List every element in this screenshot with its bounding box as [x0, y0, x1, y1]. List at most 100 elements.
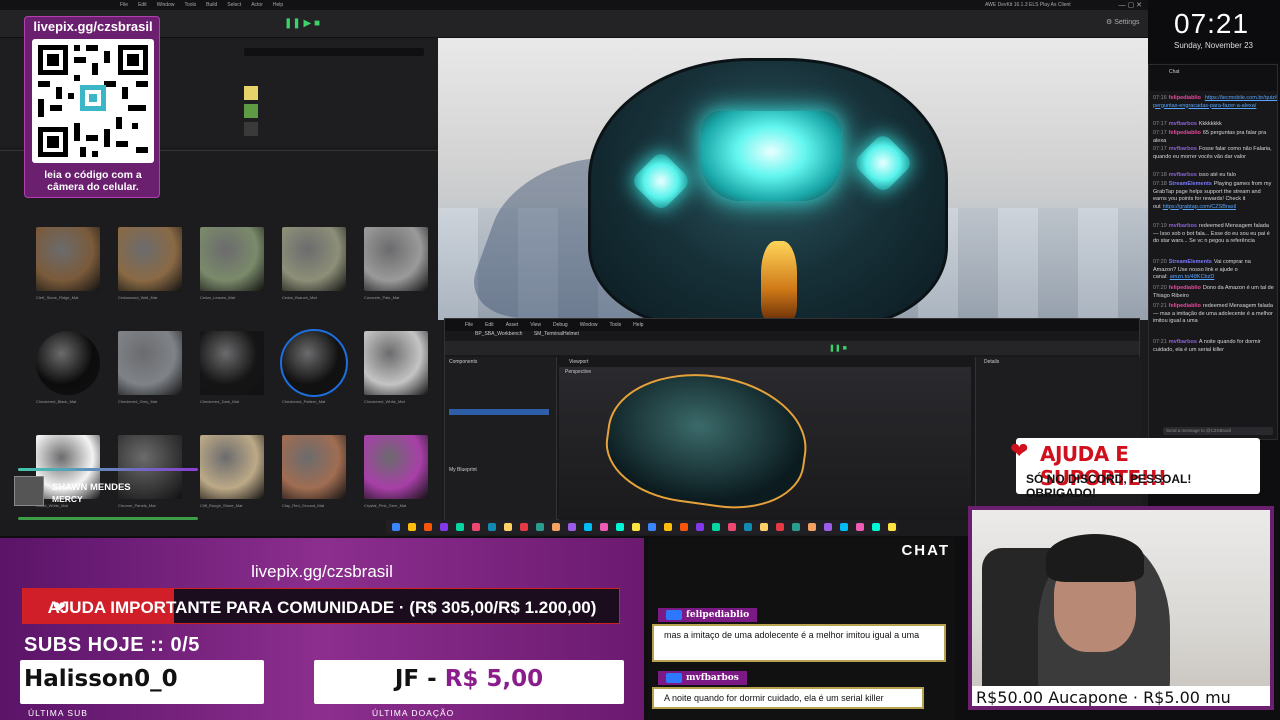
taskbar-app-icon[interactable] — [872, 523, 880, 531]
settings-icon[interactable]: ⚙ Settings — [1106, 18, 1140, 26]
asset-thumbnail[interactable] — [36, 227, 100, 291]
bp-menu-item[interactable]: Help — [633, 322, 643, 328]
chat-link[interactable]: https://grabtap.com/CZSBrasil — [1163, 204, 1236, 210]
bp-menu-item[interactable]: Tools — [609, 322, 621, 328]
bp-menu-item[interactable]: Asset — [506, 322, 519, 328]
bp-menu-item[interactable]: Edit — [485, 322, 494, 328]
taskbar-app-icon[interactable] — [392, 523, 400, 531]
taskbar-app-icon[interactable] — [632, 523, 640, 531]
chat-username[interactable]: StreamElements — [1169, 181, 1212, 187]
chat-username[interactable]: felipediablio — [1169, 130, 1201, 136]
bp-menu-item[interactable]: Debug — [553, 322, 568, 328]
taskbar-app-icon[interactable] — [680, 523, 688, 531]
taskbar-app-icon[interactable] — [728, 523, 736, 531]
editor-menu-item[interactable]: Build — [206, 2, 217, 8]
taskbar-app-icon[interactable] — [456, 523, 464, 531]
asset-thumbnail[interactable] — [118, 227, 182, 291]
asset-thumbnail[interactable] — [200, 435, 264, 499]
taskbar-app-icon[interactable] — [648, 523, 656, 531]
asset-thumbnail[interactable] — [200, 331, 264, 395]
chat-username[interactable]: StreamElements — [1169, 259, 1212, 265]
taskbar-app-icon[interactable] — [472, 523, 480, 531]
taskbar-app-icon[interactable] — [760, 523, 768, 531]
chat-username[interactable]: felipediablio — [1169, 285, 1201, 291]
taskbar-app-icon[interactable] — [824, 523, 832, 531]
texture-thumb[interactable] — [244, 104, 258, 118]
taskbar-app-icon[interactable] — [584, 523, 592, 531]
tab-sm-terminal-helmet[interactable]: SM_TerminalHelmet — [534, 331, 579, 337]
taskbar-app-icon[interactable] — [424, 523, 432, 531]
bp-menu-item[interactable]: View — [530, 322, 541, 328]
chat-message: 07:17 felipediablio 65 perguntas pra falar… — [1153, 130, 1275, 145]
content-search-input[interactable] — [244, 48, 424, 56]
taskbar-app-icon[interactable] — [792, 523, 800, 531]
chat-username[interactable]: mvfbarbos — [1169, 339, 1197, 345]
asset-thumbnail[interactable] — [364, 331, 428, 395]
taskbar-app-icon[interactable] — [808, 523, 816, 531]
taskbar-app-icon[interactable] — [840, 523, 848, 531]
bp-helmet-model[interactable] — [598, 361, 816, 519]
asset-thumbnail[interactable] — [282, 227, 346, 291]
editor-toolbar: ❚❚ ▶ ■ ⚙ Settings — [0, 10, 1148, 38]
perspective-label[interactable]: Perspective — [565, 369, 591, 375]
taskbar-app-icon[interactable] — [520, 523, 528, 531]
taskbar-app-icon[interactable] — [408, 523, 416, 531]
taskbar-app-icon[interactable] — [744, 523, 752, 531]
bp-viewport-tab[interactable]: Viewport — [569, 359, 588, 365]
editor-menu-item[interactable]: Select — [227, 2, 241, 8]
bp-menu-item[interactable]: Window — [580, 322, 598, 328]
taskbar-app-icon[interactable] — [536, 523, 544, 531]
taskbar-app-icon[interactable] — [616, 523, 624, 531]
bp-play-icon[interactable]: ❚❚ ■ — [829, 344, 847, 352]
editor-menu-item[interactable]: Window — [157, 2, 175, 8]
asset-thumbnail[interactable] — [118, 331, 182, 395]
bp-viewport[interactable]: Perspective — [559, 361, 971, 521]
streamer-cap — [1046, 534, 1144, 582]
taskbar-app-icon[interactable] — [712, 523, 720, 531]
window-controls[interactable]: — ▢ ✕ — [1119, 1, 1142, 9]
selected-component-row[interactable] — [449, 409, 549, 415]
tab-bp-workbench[interactable]: BP_SBA_Workbench — [475, 331, 522, 337]
asset-thumbnail[interactable] — [36, 331, 100, 395]
taskbar-app-icon[interactable] — [856, 523, 864, 531]
editor-menu-item[interactable]: Help — [273, 2, 283, 8]
chat-username[interactable]: mvfbarbos — [1169, 172, 1197, 178]
asset-thumbnail[interactable] — [282, 435, 346, 499]
play-icon[interactable]: ❚❚ ▶ ■ — [284, 18, 320, 29]
taskbar-app-icon[interactable] — [888, 523, 896, 531]
texture-thumb[interactable] — [244, 86, 258, 100]
editor-menu-item[interactable]: Edit — [138, 2, 147, 8]
chat-username[interactable]: mvfbarbos — [1169, 146, 1197, 152]
taskbar-app-icon[interactable] — [440, 523, 448, 531]
asset-thumbnail[interactable] — [364, 227, 428, 291]
chat-username[interactable]: felipediablio — [1169, 303, 1201, 309]
chat-username[interactable]: mvfbarbos — [1169, 223, 1197, 229]
chat-username[interactable]: felipediablio — [1169, 95, 1201, 101]
taskbar-app-icon[interactable] — [776, 523, 784, 531]
livepix-qr-card: livepix.gg/czsbrasil leia o código com a… — [24, 16, 160, 198]
chat-username[interactable]: mvfbarbos — [1169, 121, 1197, 127]
now-playing-artist: MERCY — [52, 494, 83, 504]
taskbar-app-icon[interactable] — [600, 523, 608, 531]
taskbar-app-icon[interactable] — [488, 523, 496, 531]
editor-title: AWE DevKit 16.1.3 ELS Play As Client — [985, 2, 1071, 8]
taskbar-app-icon[interactable] — [664, 523, 672, 531]
taskbar-app-icon[interactable] — [504, 523, 512, 531]
now-playing-title: SHAWN MENDES — [52, 482, 131, 493]
level-viewport[interactable] — [438, 38, 1148, 320]
editor-menu-item[interactable]: Actor — [251, 2, 263, 8]
asset-thumbnail[interactable] — [200, 227, 264, 291]
taskbar-app-icon[interactable] — [552, 523, 560, 531]
texture-thumb[interactable] — [244, 122, 258, 136]
asset-label: Clay_Red_Ground_Mat — [282, 503, 325, 508]
taskbar-app-icon[interactable] — [568, 523, 576, 531]
asset-thumbnail[interactable] — [364, 435, 428, 499]
chat-link[interactable]: amzn.to/48KCbzD — [1170, 274, 1215, 280]
chat-input[interactable]: Send a message to @CZSBrasil — [1163, 427, 1273, 435]
helmet-model[interactable] — [588, 58, 948, 320]
editor-menu-item[interactable]: File — [120, 2, 128, 8]
bp-menu-item[interactable]: File — [465, 322, 473, 328]
taskbar-app-icon[interactable] — [696, 523, 704, 531]
editor-menu-item[interactable]: Tools — [184, 2, 196, 8]
asset-thumbnail[interactable] — [280, 329, 348, 397]
